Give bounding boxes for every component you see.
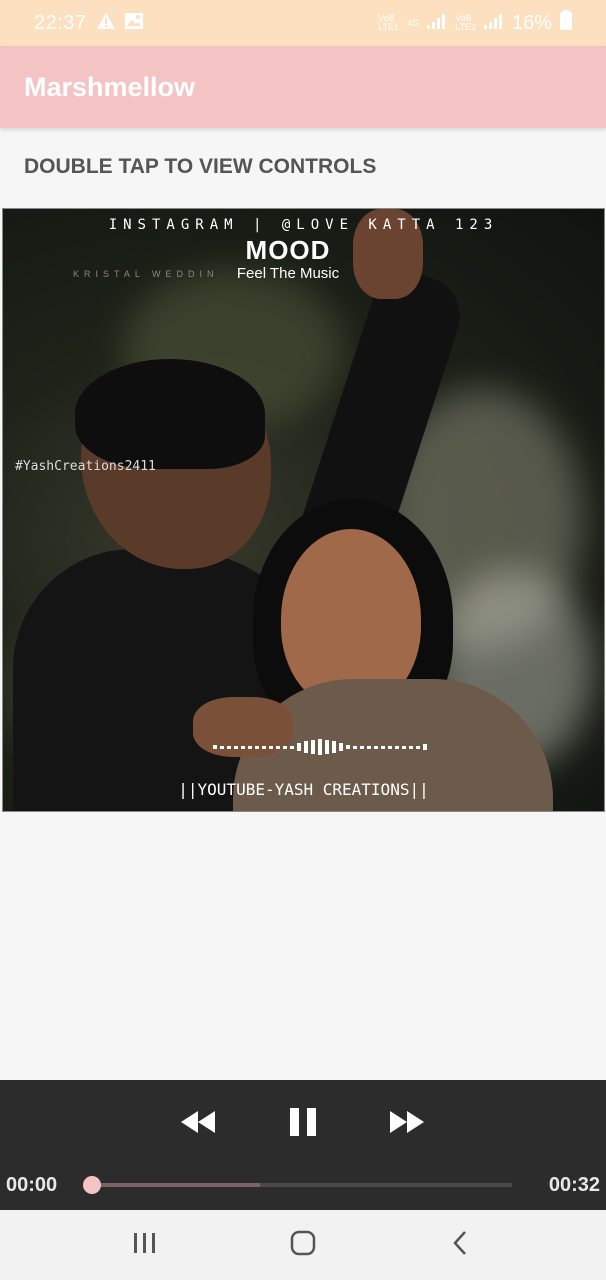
seek-buffer — [92, 1183, 260, 1187]
signal-icon — [427, 12, 447, 35]
net-4g-label: 4G — [407, 17, 420, 28]
pause-icon — [290, 1107, 316, 1141]
mood-overlay: MOOD — [245, 235, 331, 265]
seek-bar[interactable] — [83, 1176, 512, 1194]
system-nav-bar — [0, 1210, 606, 1280]
hashtag-overlay: #YashCreations2411 — [15, 459, 156, 474]
app-title: Marshmellow — [24, 71, 196, 102]
battery-percent: 16% — [511, 11, 552, 34]
player-controls: 00:00 00:32 — [0, 1080, 606, 1210]
home-icon — [290, 1230, 316, 1261]
back-button[interactable] — [440, 1228, 480, 1262]
recents-button[interactable] — [125, 1228, 165, 1262]
audio-visualizer — [213, 737, 433, 757]
fast-forward-icon — [390, 1110, 424, 1138]
signal-icon — [483, 12, 504, 35]
rewind-icon — [181, 1110, 215, 1138]
home-button[interactable] — [283, 1228, 323, 1262]
status-right: VoB LTE1 4G VoB LTE2 16% — [378, 10, 572, 36]
sim2-label: VoB LTE2 — [455, 13, 476, 32]
image-icon — [124, 12, 143, 35]
app-bar: Marshmellow — [0, 46, 606, 128]
status-time: 22:37 — [34, 11, 87, 34]
rewind-button[interactable] — [172, 1104, 224, 1144]
double-tap-hint: DOUBLE TAP TO VIEW CONTROLS — [24, 155, 377, 178]
kristal-wedding-overlay: KRISTAL WEDDIN — [73, 269, 219, 279]
transport-row — [0, 1104, 606, 1144]
instagram-overlay: INSTAGRAM | @LOVE KATTA 123 — [108, 217, 499, 233]
sim1-label: VoB LTE1 — [378, 13, 400, 32]
youtube-overlay: ||YOUTUBE-YASH CREATIONS|| — [178, 780, 429, 799]
recents-icon — [133, 1232, 157, 1259]
back-icon — [452, 1230, 468, 1261]
status-bar: 22:37 VoB LTE1 4G VoB LTE2 16% — [0, 0, 606, 46]
pause-button[interactable] — [277, 1104, 329, 1144]
battery-icon — [560, 10, 572, 36]
duration-time: 00:32 — [548, 1174, 600, 1196]
video-player-surface[interactable]: INSTAGRAM | @LOVE KATTA 123 MOOD Feel Th… — [2, 208, 605, 812]
warning-icon — [96, 12, 115, 35]
current-time: 00:00 — [6, 1174, 58, 1196]
man-hair — [75, 359, 265, 469]
seek-thumb[interactable] — [83, 1176, 101, 1194]
status-left: 22:37 — [34, 12, 143, 35]
fast-forward-button[interactable] — [381, 1104, 433, 1144]
